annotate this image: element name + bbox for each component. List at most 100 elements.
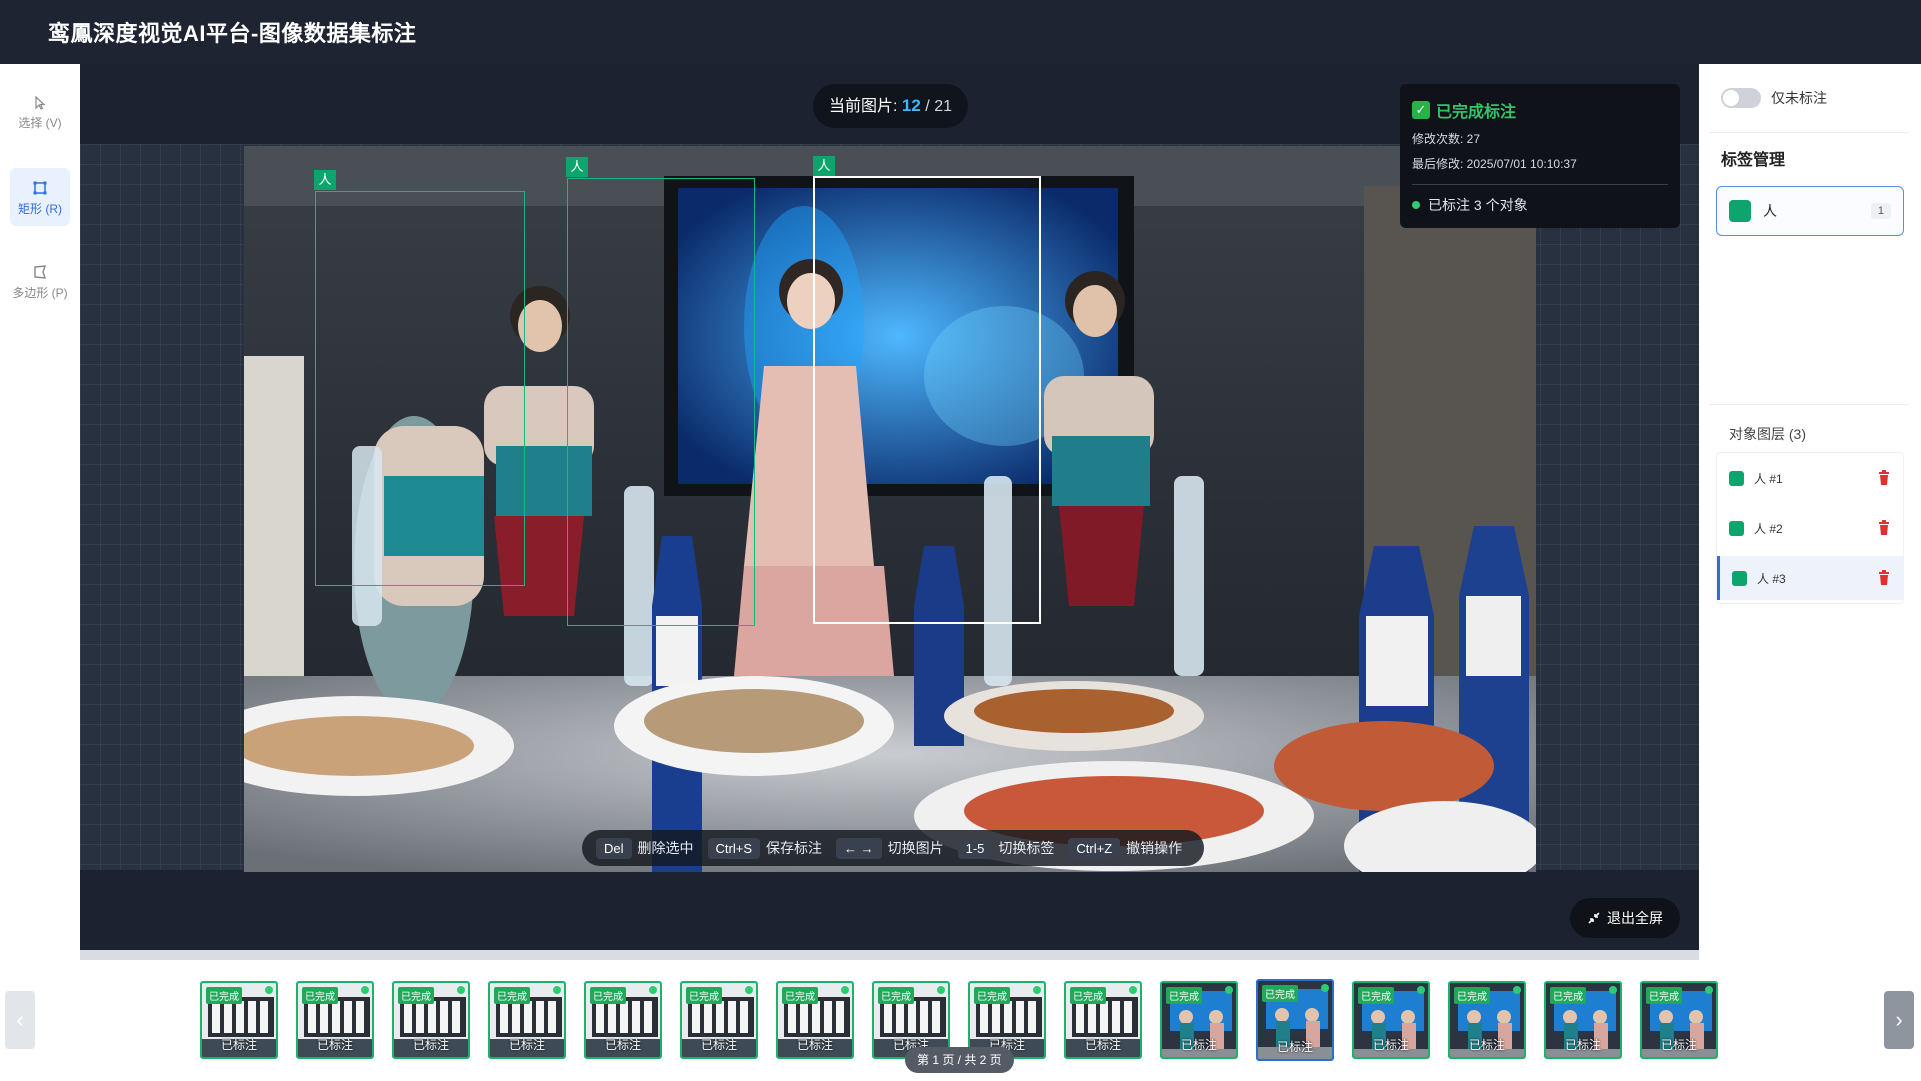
thumbnail-status-dot-icon [457,986,465,994]
thumbnail-done-badge: 已完成 [494,987,530,1004]
thumbnail-item[interactable]: 已完成 已标注 [1064,981,1142,1059]
trash-icon[interactable] [1877,570,1891,586]
trash-icon[interactable] [1877,520,1891,536]
unlabeled-only-toggle-row: 仅未标注 [1721,88,1827,108]
status-divider [1412,184,1668,185]
thumbnail-done-badge: 已完成 [1454,987,1490,1004]
label-item-person[interactable]: 人 1 [1716,186,1904,236]
shortcut-key: Ctrl+Z [1068,837,1121,859]
panel-divider [1709,404,1909,405]
counter-prefix: 当前图片: [829,98,898,115]
canvas-bottom-bar [80,950,1699,960]
thumbnail-label: 已标注 [796,1038,833,1052]
thumbnail-item[interactable]: 已完成已标注 [1448,981,1526,1059]
prev-page-button[interactable]: ‹ [5,991,35,1049]
bounding-box-1[interactable]: 人 [314,170,525,586]
polygon-icon [34,265,47,279]
label-color-swatch [1729,200,1751,222]
thumbnail-done-badge: 已完成 [1166,987,1202,1004]
last-modified: 最后修改: 2025/07/01 10:10:37 [1412,157,1577,171]
trash-icon[interactable] [1877,470,1891,486]
thumbnail-item[interactable]: 已完成 已标注 [584,981,662,1059]
layer-item-3[interactable]: 人 #3 [1717,556,1903,600]
panel-divider [1709,132,1909,133]
label-name: 人 [1763,203,1777,219]
thumbnail-item[interactable]: 已完成 已标注 [776,981,854,1059]
exit-fullscreen-label: 退出全屏 [1607,910,1663,926]
thumbnail-item[interactable]: 已完成 已标注 [1160,981,1238,1059]
tool-rectangle[interactable]: 矩形 (R) [10,168,70,226]
layer-name: 人 #2 [1754,521,1783,536]
thumbnail-item[interactable]: 已完成 已标注 [488,981,566,1059]
shortcut-key: 1-5 [957,837,993,859]
thumbnail-item[interactable]: 已完成 已标注 [200,981,278,1059]
exit-fullscreen-button[interactable]: 退出全屏 [1570,898,1680,938]
bounding-box-2[interactable]: 人 [566,157,755,626]
check-icon: ✓ [1412,101,1430,119]
tool-polygon[interactable]: 多边形 (P) [10,252,70,310]
page-indicator: 第 1 页 / 共 2 页 [905,1047,1014,1073]
thumbnail-done-badge: 已完成 [206,987,242,1004]
thumbnail-label: 已标注 [1276,1040,1313,1054]
layer-item-2[interactable]: 人 #2 [1717,506,1903,550]
thumbnail-done-badge: 已完成 [974,987,1010,1004]
thumbnail-item[interactable]: 已完成 已标注 [1640,981,1718,1059]
thumbnail-label: 已标注 [1468,1038,1505,1052]
tool-polygon-label: 多边形 (P) [12,286,68,300]
thumbnail-done-badge: 已完成 [398,987,434,1004]
bounding-box-3[interactable]: 人 [813,156,1041,624]
thumbnail-status-dot-icon [1705,986,1713,994]
bounding-box-label: 人 [813,156,835,176]
shortcut-key: ← → [836,837,882,859]
right-panel: 仅未标注 标签管理 人 1 对象图层 (3) 人 #1 人 #2 人 #3 [1699,64,1921,960]
shortcut-key: Ctrl+S [707,837,760,859]
thumbnail-label: 已标注 [412,1038,449,1052]
edit-count: 修改次数: 27 [1412,132,1481,146]
counter-current: 12 [901,96,921,115]
shortcut-desc: 撤销操作 [1126,840,1183,856]
thumbnail-status-dot-icon [937,986,945,994]
shortcut-desc: 切换标签 [998,840,1055,856]
object-layers-title: 对象图层 (3) [1729,426,1806,442]
thumbnail-label: 已标注 [604,1038,641,1052]
app-title: 鸾鳳深度视觉AI平台-图像数据集标注 [48,21,417,46]
thumbnail-label: 已标注 [1084,1038,1121,1052]
thumbnail-status-dot-icon [841,986,849,994]
shortcut-key: Del [596,837,632,859]
thumbnail-status-dot-icon [1417,986,1425,994]
collapse-icon [1588,912,1600,924]
layer-name: 人 #1 [1754,471,1783,486]
thumbnail-item[interactable]: 已完成 已标注 [680,981,758,1059]
layer-name: 人 #3 [1757,571,1786,586]
label-count-badge: 1 [1870,203,1891,219]
layer-item-1[interactable]: 人 #1 [1717,456,1903,500]
label-management-title: 标签管理 [1721,152,1786,169]
thumbnail-item[interactable]: 已完成 已标注 [1352,981,1430,1059]
tool-select[interactable]: 选择 (V) [10,84,70,142]
tool-select-label: 选择 (V) [18,116,62,130]
thumbnail-label: 已标注 [316,1038,353,1052]
tool-sidebar: 选择 (V) 矩形 (R) 多边形 (P) [0,64,80,960]
thumbnail-status-dot-icon [745,986,753,994]
status-title-text: 已完成标注 [1436,104,1517,121]
shortcut-desc: 删除选中 [637,840,694,856]
thumbnail-item[interactable]: 已完成已标注 [296,981,374,1059]
bounding-box-label: 人 [566,157,588,177]
unlabeled-only-toggle[interactable] [1721,88,1761,108]
thumbnail-item[interactable]: 已完成已标注 [392,981,470,1059]
thumbnail-done-badge: 已完成 [1550,987,1586,1004]
thumbnail-status-dot-icon [265,986,273,994]
thumbnail-item[interactable]: 已完成 已标注 [1256,979,1334,1061]
object-count-text: 已标注 3 个对象 [1428,197,1528,213]
thumbnail-done-badge: 已完成 [302,987,338,1004]
thumbnail-done-badge: 已完成 [1646,987,1682,1004]
unlabeled-only-label: 仅未标注 [1771,90,1827,106]
counter-total: 21 [934,98,952,115]
shortcut-desc: 切换图片 [887,840,944,856]
canvas-stage[interactable]: 人 人 人 当前图片: 12 / 21 ✓ 已完成标注 修改次数: 27 最后修… [80,64,1699,960]
thumbnail-label: 已标注 [1372,1038,1409,1052]
layer-color-swatch [1732,570,1747,586]
status-dot-icon [1412,201,1420,209]
next-page-button[interactable]: › [1884,991,1914,1049]
thumbnail-item[interactable]: 已完成 已标注 [1544,981,1622,1059]
